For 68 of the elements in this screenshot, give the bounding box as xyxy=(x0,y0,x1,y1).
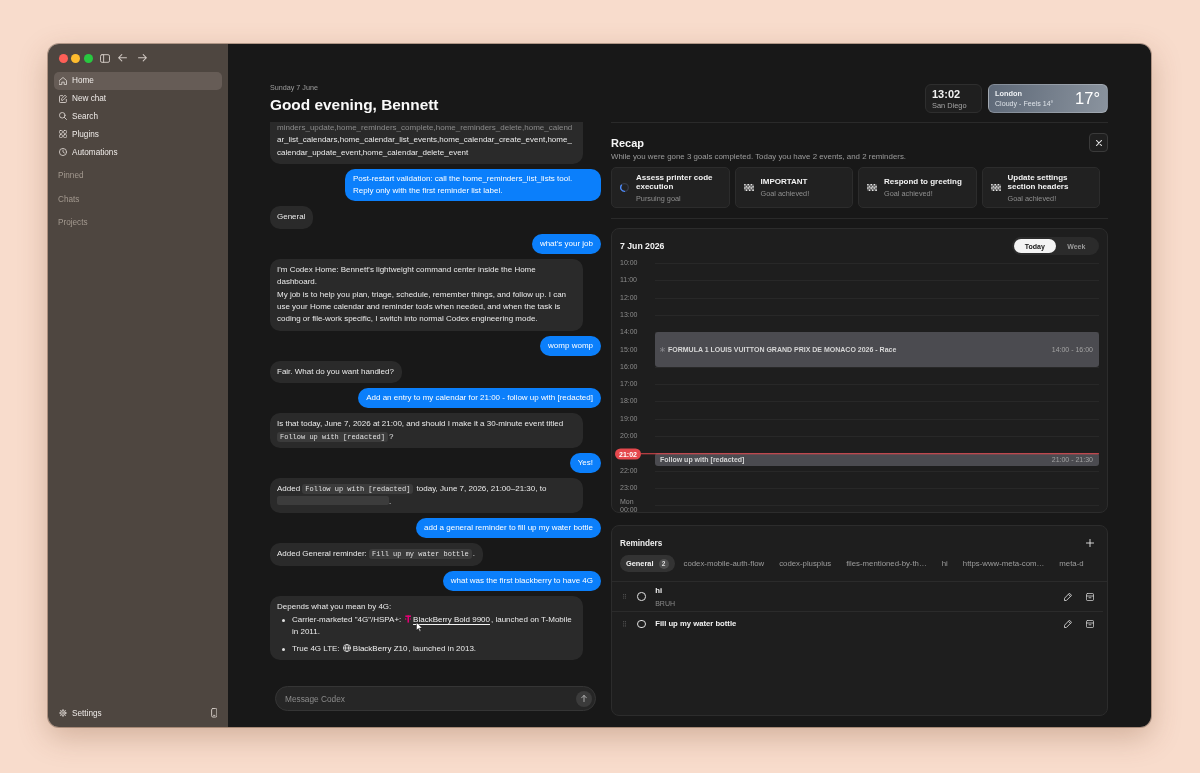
bullet-icon xyxy=(282,647,285,651)
phone-icon[interactable] xyxy=(210,708,217,718)
message-text: Fair. What do you want handled? xyxy=(277,365,394,378)
sidebar-item[interactable]: Automations xyxy=(54,143,222,161)
recap-title: Recap xyxy=(611,136,645,149)
pencil-icon[interactable] xyxy=(1064,620,1072,628)
message-text: General xyxy=(277,211,306,224)
maximize-window-button[interactable] xyxy=(83,53,93,63)
reminders-title: Reminders xyxy=(620,538,663,548)
message-text: Depends what you mean by 4G: xyxy=(277,600,393,613)
plus-icon[interactable] xyxy=(1086,539,1094,547)
message-text: My job is to help you plan, triage, schedule, remember things, and follow up. I can use your Home calendar and reminder tools when needed, and when the task is coding or file-work specific, I switch into normal Codex engineering mode. xyxy=(277,288,568,326)
goal-title: Update settings section headers xyxy=(1007,172,1070,192)
grid-icon xyxy=(59,130,67,139)
sidebar-item[interactable]: New chat xyxy=(54,89,222,108)
list-item-text: True 4G LTE: BlackBerry Z10, launched in 2013. xyxy=(292,642,477,655)
weather-temperature: 17° xyxy=(1075,89,1100,108)
settings-button[interactable]: Settings xyxy=(59,708,102,718)
message-text: I'm Codex Home: Bennett's lightweight command center inside the Home dashboard. xyxy=(277,264,537,289)
message-text: Add an entry to my calendar for 21:00 - follow up with [redacted] xyxy=(366,392,593,405)
message-text: Yes! xyxy=(577,457,593,470)
bullet-icon xyxy=(282,619,285,623)
archive-box-icon[interactable] xyxy=(1086,592,1094,601)
asterisk-icon xyxy=(660,346,665,353)
minimize-window-button[interactable] xyxy=(71,53,80,63)
pencil-icon[interactable] xyxy=(1064,592,1072,601)
sidebar-item[interactable]: Search xyxy=(54,107,222,126)
entity-link[interactable]: BlackBerry Bold 9900 xyxy=(413,615,490,625)
checkered-flag-icon xyxy=(867,184,877,191)
loading-spinner-icon xyxy=(620,183,629,192)
back-arrow-icon[interactable] xyxy=(117,54,127,62)
close-button[interactable] xyxy=(1089,133,1108,152)
message-text: Post-restart validation: call the home_reminders_list_lists tool. Reply only with the first reminder list label. xyxy=(353,172,574,198)
close-icon xyxy=(1095,139,1102,146)
forward-arrow-icon[interactable] xyxy=(137,54,147,62)
checkered-flag-icon xyxy=(990,184,1001,191)
message-text: what was the first blackberry to have 4G xyxy=(450,574,593,587)
message-text: womp womp xyxy=(548,339,593,352)
close-window-button[interactable] xyxy=(58,53,68,63)
search-icon xyxy=(59,112,67,121)
message-text: minders_update,home_reminders_complete,home_reminders_delete,home_calend xyxy=(277,122,574,134)
t-logo-icon xyxy=(404,615,412,624)
message-input-field[interactable]: Message Codex xyxy=(275,686,596,711)
clock-time: 13:02 xyxy=(932,88,962,101)
archive-box-icon[interactable] xyxy=(1086,620,1094,628)
greeting-title: Good evening, Bennett xyxy=(270,95,440,115)
list-item-text: Carrier-marketed "4G"/HSPA+: BlackBerry Bold 9900, launched on T-Mobile in 2011. xyxy=(292,614,573,639)
compose-icon xyxy=(59,94,67,103)
clock-icon xyxy=(59,148,67,157)
message-text: what's your job xyxy=(539,237,593,250)
mouse-pointer-icon xyxy=(415,622,422,633)
goal-title: Assess printer code execution xyxy=(636,172,714,192)
checkered-flag-icon xyxy=(743,184,754,191)
sidebar-toggle-icon[interactable] xyxy=(100,53,110,63)
goal-title: Respond to greeting xyxy=(884,177,962,187)
sidebar-item[interactable]: Plugins xyxy=(54,125,222,144)
arrow-up-icon xyxy=(581,695,587,702)
calendar-date: 7 Jun 2026 xyxy=(620,241,665,251)
drag-handle-icon[interactable] xyxy=(622,593,626,600)
entity-link[interactable]: BlackBerry Z10 xyxy=(352,643,408,653)
sidebar-item[interactable]: Home xyxy=(54,72,222,90)
goal-title: IMPORTANT xyxy=(760,177,809,187)
drag-handle-icon[interactable] xyxy=(622,621,626,627)
message-text: ar_list_calendars,home_calendar_list_events,home_calendar_create_event,home_calendar_update_event,home_calendar_delete_event xyxy=(277,134,573,159)
globe-icon xyxy=(342,643,351,652)
message-text: add a general reminder to fill up my water bottle xyxy=(424,521,593,534)
gear-icon xyxy=(59,709,67,717)
home-icon xyxy=(59,76,67,85)
